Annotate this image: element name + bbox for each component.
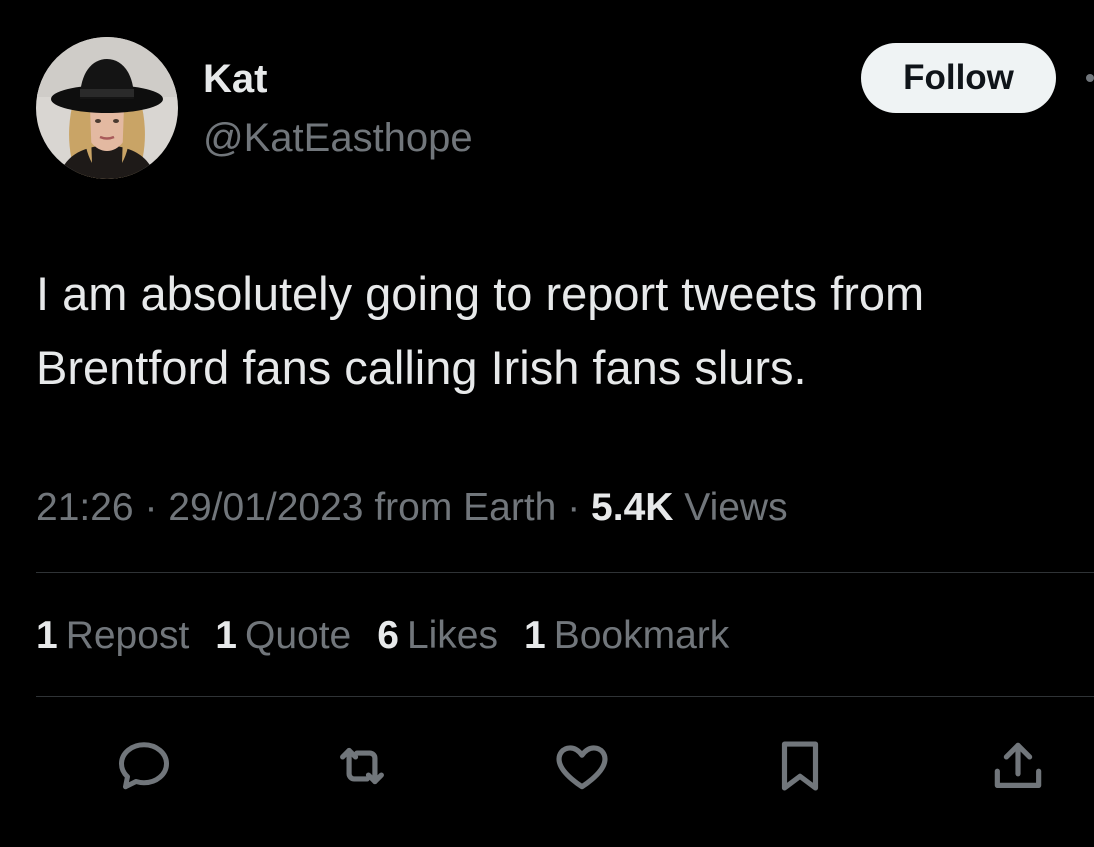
stat-likes[interactable]: 6 Likes: [377, 612, 498, 660]
divider: [36, 572, 1094, 573]
stat-count: 1: [36, 614, 58, 657]
divider: [36, 696, 1094, 697]
meta-separator: ·: [133, 486, 169, 529]
stat-label: Likes: [406, 614, 498, 657]
like-button[interactable]: [550, 734, 614, 798]
stat-reposts[interactable]: 1 Repost: [36, 612, 189, 660]
avatar[interactable]: [36, 37, 178, 179]
stat-quotes[interactable]: 1 Quote: [215, 612, 351, 660]
tweet-text: I am absolutely going to report tweets f…: [36, 257, 1086, 405]
views-label: Views: [673, 486, 788, 529]
engagement-stats: 1 Repost 1 Quote 6 Likes 1 Bookmark: [36, 612, 755, 660]
stat-label: Bookmark: [553, 614, 730, 657]
author-display-name[interactable]: Kat: [203, 55, 267, 103]
share-button[interactable]: [986, 734, 1050, 798]
like-icon: [556, 745, 608, 790]
bookmark-button[interactable]: [768, 734, 832, 798]
stat-label: Repost: [65, 614, 190, 657]
tweet-meta: 21:26 · 29/01/2023 from Earth · 5.4K Vie…: [36, 484, 788, 532]
tweet-date[interactable]: 29/01/2023: [168, 486, 363, 529]
stat-bookmarks[interactable]: 1 Bookmark: [524, 612, 729, 660]
repost-icon: [340, 747, 384, 785]
tweet-source: from Earth: [363, 486, 557, 529]
stat-count: 1: [215, 614, 237, 657]
tweet-text-line: Brentford fans calling Irish fans slurs.: [36, 341, 807, 394]
reply-icon: [119, 742, 169, 790]
tweet-text-line: I am absolutely going to report tweets f…: [36, 267, 925, 320]
stat-count: 1: [523, 614, 546, 657]
tweet-time[interactable]: 21:26: [36, 486, 134, 529]
meta-separator: ·: [556, 486, 592, 529]
author-handle[interactable]: @KatEasthope: [203, 114, 473, 162]
stat-count: 6: [377, 614, 399, 657]
bookmark-icon: [781, 741, 819, 791]
reply-button[interactable]: [112, 734, 176, 798]
follow-button[interactable]: Follow: [861, 43, 1056, 113]
stat-label: Quote: [244, 614, 352, 657]
more-options-icon[interactable]: [1086, 74, 1094, 82]
repost-button[interactable]: [330, 734, 394, 798]
share-icon: [994, 742, 1042, 788]
views-count: 5.4K: [591, 486, 674, 529]
